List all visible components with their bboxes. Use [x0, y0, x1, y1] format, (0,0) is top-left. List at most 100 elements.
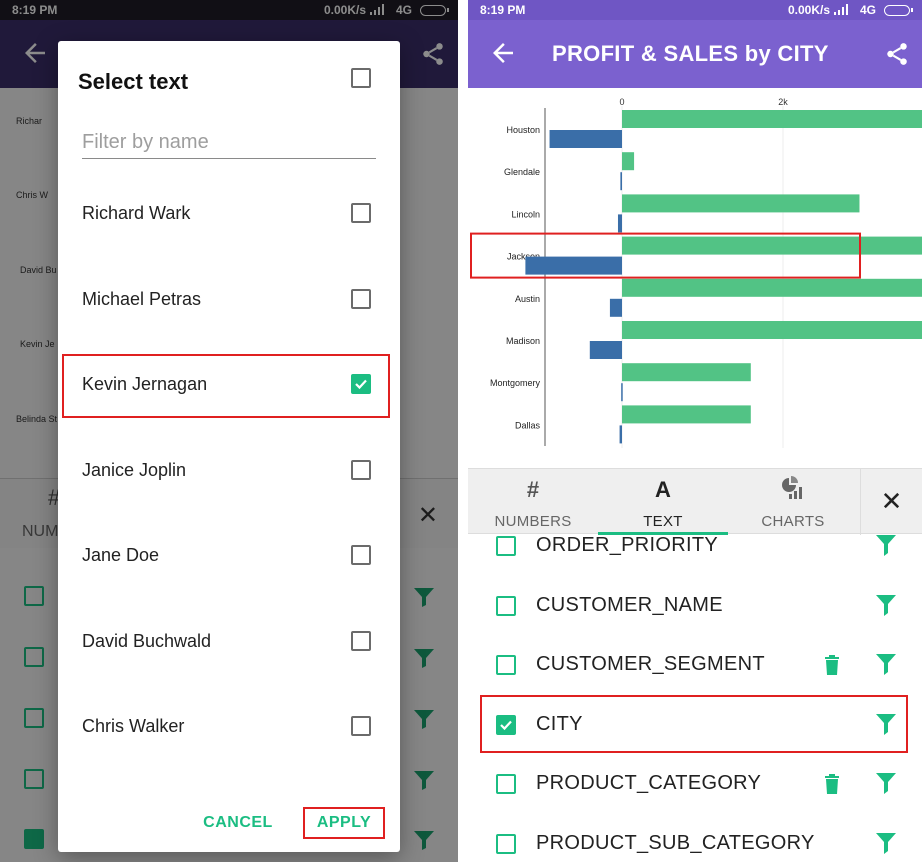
tab-label: CHARTS — [761, 513, 825, 530]
field-checkbox[interactable] — [496, 774, 516, 794]
item-name: David Buchwald — [82, 630, 212, 651]
category-label: Madison — [506, 336, 540, 346]
sales-bar — [622, 321, 922, 339]
tab-charts[interactable]: CHARTS — [728, 469, 858, 535]
name-list-item[interactable]: Michael Petras — [64, 271, 388, 331]
back-arrow-icon[interactable] — [488, 38, 518, 68]
field-row[interactable]: CITY — [468, 694, 922, 755]
sales-bar — [622, 110, 922, 128]
sales-bar — [622, 363, 751, 382]
field-name: CITY — [536, 712, 583, 735]
status-network: 4G — [859, 3, 876, 17]
funnel-icon[interactable] — [874, 651, 898, 677]
item-checkbox[interactable] — [351, 288, 371, 309]
name-list-item[interactable]: Kevin Jernagan — [62, 354, 390, 418]
field-checkbox[interactable] — [496, 595, 516, 616]
field-checkbox[interactable] — [496, 536, 516, 556]
funnel-icon[interactable] — [874, 711, 898, 737]
profit-bar — [617, 214, 622, 233]
field-list: ORDER_PRIORITY CUSTOMER_NAME CUSTOMER_SEGM… — [468, 534, 922, 862]
sales-bar — [622, 152, 635, 171]
funnel-icon[interactable] — [874, 592, 898, 618]
category-label: Dallas — [515, 420, 541, 430]
sales-bar — [622, 236, 922, 255]
status-bar: 8:19 PM 0.00K/s 4G — [468, 0, 922, 20]
category-label: Houston — [506, 125, 540, 135]
field-name: PRODUCT_CATEGORY — [536, 772, 762, 794]
status-speed: 0.00K/s — [787, 3, 830, 17]
profit-bar — [619, 425, 622, 444]
signal-icon — [834, 4, 850, 15]
x-tick-label: 0 — [619, 97, 624, 107]
text-icon: A — [655, 477, 671, 502]
field-name: PRODUCT_SUB_CATEGORY — [536, 831, 815, 854]
profit-bar — [525, 256, 622, 275]
field-checkbox[interactable] — [496, 714, 516, 735]
item-name: Chris Walker — [82, 716, 185, 736]
sales-bar — [622, 278, 922, 297]
cancel-button[interactable]: CANCEL — [198, 807, 278, 839]
category-label: Montgomery — [490, 378, 541, 388]
sales-bar — [622, 405, 751, 424]
battery-icon — [884, 5, 913, 16]
item-name: Kevin Jernagan — [82, 374, 208, 394]
field-checkbox[interactable] — [496, 833, 516, 854]
tab-label: TEXT — [643, 513, 683, 530]
field-checkbox[interactable] — [496, 655, 516, 675]
tab-numbers[interactable]: # NUMBERS — [468, 469, 598, 535]
field-row[interactable]: CUSTOMER_NAME — [468, 576, 922, 636]
name-list-item[interactable]: Janice Joplin — [64, 442, 388, 502]
field-name: ORDER_PRIORITY — [536, 534, 719, 556]
left-screen: Richar Chris W David Bu Kevin Je Belinda… — [0, 0, 458, 862]
item-name: Richard Wark — [82, 203, 191, 223]
trash-icon[interactable] — [822, 772, 842, 796]
category-label: Glendale — [504, 167, 540, 177]
right-screen: 8:19 PM 0.00K/s 4G PROFIT & SALES by CIT… — [468, 0, 922, 862]
close-panel-button[interactable]: ✕ — [860, 469, 922, 535]
apply-button[interactable]: APPLY — [303, 807, 385, 839]
item-checkbox[interactable] — [351, 374, 371, 394]
item-name: Jane Doe — [82, 545, 160, 565]
tab-text[interactable]: A TEXT — [598, 469, 728, 535]
item-checkbox[interactable] — [351, 630, 371, 651]
item-checkbox[interactable] — [351, 716, 371, 736]
funnel-icon[interactable] — [874, 770, 898, 796]
trash-icon[interactable] — [822, 653, 842, 677]
name-list-item[interactable]: Jane Doe — [64, 527, 388, 587]
item-name: Michael Petras — [82, 288, 202, 309]
hash-icon: # — [526, 477, 540, 502]
filter-input[interactable] — [82, 127, 376, 159]
field-row[interactable]: PRODUCT_CATEGORY — [468, 754, 922, 814]
name-list-item[interactable]: Richard Wark — [64, 185, 388, 245]
field-name: CUSTOMER_NAME — [536, 593, 723, 616]
share-icon[interactable] — [884, 40, 910, 68]
profit-sales-chart: 02k4k6kHoustonGlendaleLincolnJacksonAust… — [470, 97, 922, 448]
item-name: Janice Joplin — [82, 459, 187, 480]
sales-bar — [622, 194, 860, 213]
item-checkbox[interactable] — [351, 545, 371, 565]
field-row[interactable]: ORDER_PRIORITY — [468, 534, 922, 576]
charts-icon — [782, 476, 802, 499]
status-time: 8:19 PM — [480, 3, 526, 17]
tab-bar: # NUMBERS A TEXT CHARTS ✕ — [468, 468, 922, 535]
select-text-dialog: Select text Richard Wark Michael Petras Ke… — [58, 41, 400, 852]
name-list-item[interactable]: David Buchwald — [64, 613, 388, 673]
app-bar: PROFIT & SALES by CITY — [468, 20, 922, 88]
tab-label: NUMBERS — [494, 513, 572, 530]
x-tick-label: 2k — [778, 97, 788, 107]
profit-bar — [589, 341, 622, 359]
item-checkbox[interactable] — [351, 459, 371, 480]
funnel-icon[interactable] — [874, 534, 898, 558]
select-all-checkbox[interactable] — [351, 68, 371, 88]
field-name: CUSTOMER_SEGMENT — [536, 653, 765, 675]
name-list-item[interactable]: Chris Walker — [64, 698, 388, 758]
field-row[interactable]: CUSTOMER_SEGMENT — [468, 635, 922, 695]
profit-bar — [609, 298, 622, 317]
dialog-title: Select text — [78, 69, 189, 94]
category-label: Lincoln — [511, 209, 540, 219]
field-row[interactable]: PRODUCT_SUB_CATEGORY — [468, 814, 922, 862]
category-label: Austin — [515, 294, 540, 304]
profit-bar — [620, 172, 622, 191]
funnel-icon[interactable] — [874, 830, 898, 856]
item-checkbox[interactable] — [351, 203, 371, 223]
